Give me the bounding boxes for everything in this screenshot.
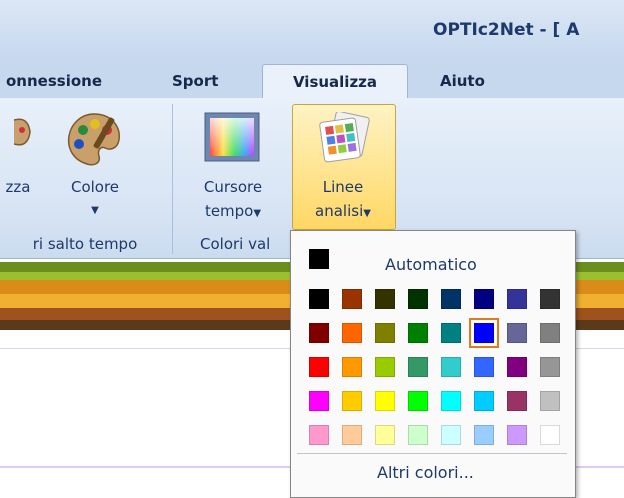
color-swatch[interactable] [507, 323, 527, 343]
group-label-salto-tempo: ri salto tempo [32, 235, 138, 253]
linee-dropdown-caret[interactable]: ▼ [363, 208, 371, 219]
cursore-label-line1[interactable]: Cursore [190, 176, 276, 198]
color-swatch[interactable] [507, 357, 527, 377]
cursor-color-icon[interactable] [204, 112, 260, 162]
color-swatch[interactable] [342, 289, 362, 309]
tab-sport[interactable]: Sport [172, 64, 218, 98]
color-swatch[interactable] [408, 425, 428, 445]
color-swatch[interactable] [342, 425, 362, 445]
color-swatch[interactable] [441, 357, 461, 377]
title-bar: OPTIc2Net - [ A [0, 0, 624, 60]
color-swatch[interactable] [375, 357, 395, 377]
automatic-label[interactable]: Automatico [385, 255, 477, 274]
colore-button-label[interactable]: Colore [60, 176, 130, 198]
window-title: OPTIc2Net - [ A [433, 20, 580, 40]
color-swatch[interactable] [441, 289, 461, 309]
color-swatch[interactable] [507, 289, 527, 309]
tab-aiuto[interactable]: Aiuto [440, 64, 485, 98]
swatches-icon[interactable] [318, 110, 370, 164]
group-label-colori: Colori val [200, 235, 271, 253]
group-separator [172, 104, 173, 254]
color-swatch[interactable] [441, 425, 461, 445]
color-swatch[interactable] [309, 357, 329, 377]
color-swatch[interactable] [309, 391, 329, 411]
linee-label-line2[interactable]: analisi▼ [292, 200, 394, 225]
color-swatch[interactable] [408, 289, 428, 309]
palette-icon[interactable] [64, 110, 124, 170]
color-swatch[interactable] [540, 425, 560, 445]
cursore-label-line2[interactable]: tempo▼ [190, 200, 276, 225]
color-swatch[interactable] [375, 289, 395, 309]
color-swatch[interactable] [342, 357, 362, 377]
color-swatch[interactable] [474, 289, 494, 309]
color-swatch[interactable] [375, 425, 395, 445]
menu-separator [297, 453, 567, 454]
colore-dropdown-caret[interactable]: ▼ [60, 200, 130, 222]
partial-button-label: zza [5, 178, 31, 196]
color-swatch[interactable] [507, 391, 527, 411]
color-swatch[interactable] [309, 425, 329, 445]
color-swatch[interactable] [469, 318, 499, 348]
color-swatch[interactable] [375, 323, 395, 343]
tab-connessione[interactable]: onnessione [6, 64, 102, 98]
partial-button-icon[interactable] [0, 110, 48, 170]
cursore-dropdown-caret[interactable]: ▼ [253, 208, 261, 219]
color-swatch[interactable] [408, 357, 428, 377]
color-swatch[interactable] [441, 391, 461, 411]
automatic-color-swatch[interactable] [309, 249, 329, 269]
color-swatch[interactable] [408, 323, 428, 343]
color-swatch[interactable] [540, 391, 560, 411]
color-swatch[interactable] [474, 425, 494, 445]
color-swatch[interactable] [309, 289, 329, 309]
ribbon-tab-row: onnessione Sport Visualizza Aiuto [0, 60, 624, 99]
linee-label-line1[interactable]: Linee [292, 176, 394, 198]
color-swatch[interactable] [342, 391, 362, 411]
color-picker-popup: Automatico Altri colori... [290, 230, 576, 498]
color-swatch[interactable] [375, 391, 395, 411]
color-swatch[interactable] [540, 289, 560, 309]
color-swatch[interactable] [342, 323, 362, 343]
color-swatch[interactable] [408, 391, 428, 411]
color-swatch[interactable] [474, 391, 494, 411]
automatic-color-option[interactable]: Automatico [297, 239, 567, 279]
color-swatch[interactable] [507, 425, 527, 445]
tab-visualizza[interactable]: Visualizza [262, 64, 408, 99]
color-swatch[interactable] [441, 323, 461, 343]
color-swatch[interactable] [309, 323, 329, 343]
color-swatch[interactable] [540, 357, 560, 377]
color-swatch[interactable] [474, 357, 494, 377]
more-colors-option[interactable]: Altri colori... [377, 463, 474, 482]
color-swatch[interactable] [540, 323, 560, 343]
